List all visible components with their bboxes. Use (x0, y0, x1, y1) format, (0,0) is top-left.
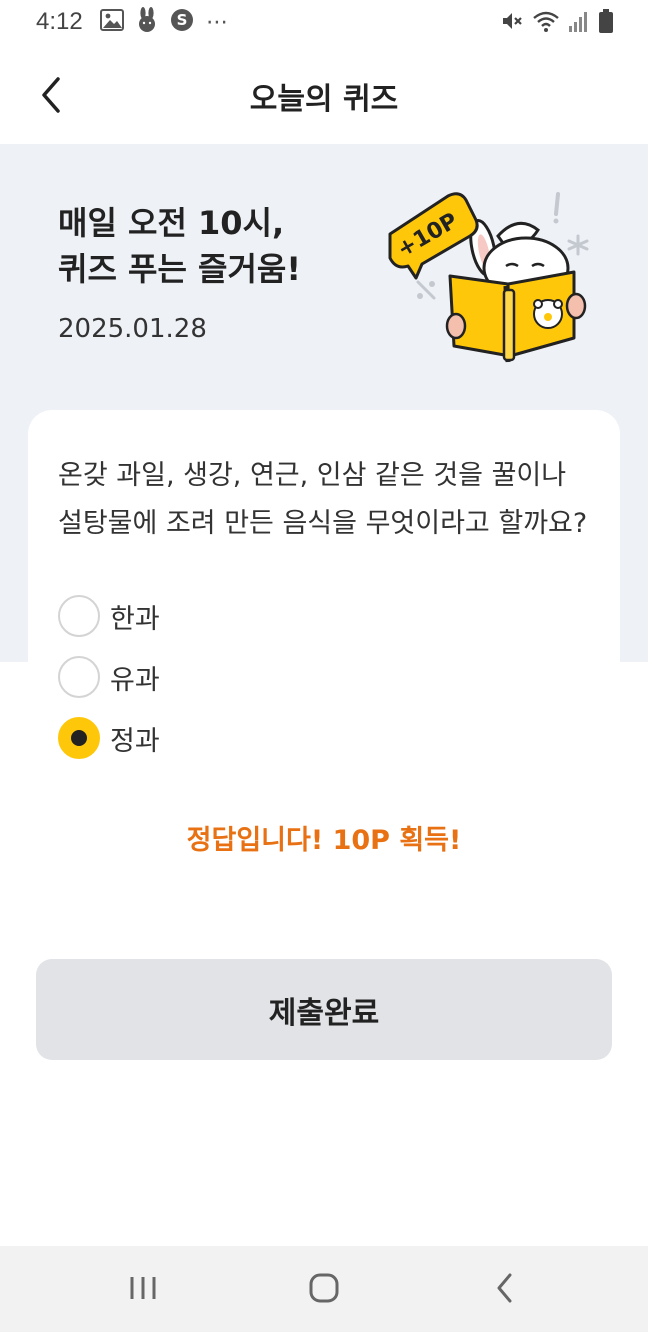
system-nav-bar (0, 1246, 648, 1332)
home-button[interactable] (299, 1266, 349, 1310)
status-bar: 4:12 S ⋯ (0, 0, 648, 46)
status-left-icons: S ⋯ (100, 7, 228, 37)
radio-button[interactable] (58, 595, 100, 637)
gallery-icon (100, 9, 124, 35)
svg-text:S: S (177, 11, 188, 29)
hero-title-line-2: 퀴즈 푸는 즐거움! (58, 250, 301, 288)
option-3[interactable]: 정과 (58, 716, 160, 760)
quiz-date: 2025.01.28 (58, 314, 207, 344)
rabbit-notification-icon (136, 7, 158, 37)
recent-apps-button[interactable] (118, 1266, 168, 1310)
status-right-icons (500, 9, 614, 37)
result-message: 정답입니다! 10P 획득! (186, 825, 462, 856)
back-icon (497, 1273, 512, 1303)
more-notifications-icon: ⋯ (206, 9, 228, 35)
back-nav-button[interactable] (480, 1266, 530, 1310)
option-label: 정과 (110, 725, 160, 757)
battery-icon (598, 8, 614, 38)
reading-rabbit-illustration: +10P (388, 192, 589, 363)
points-badge: +10P (388, 192, 479, 280)
radio-button-selected[interactable] (58, 717, 100, 759)
mute-icon (500, 9, 524, 37)
wifi-icon (532, 9, 560, 37)
app-header: 오늘의 퀴즈 (0, 46, 648, 144)
option-label: 한과 (110, 603, 160, 635)
page-title: 오늘의 퀴즈 (249, 82, 399, 117)
option-1[interactable]: 한과 (58, 594, 160, 638)
hero-title-line-1: 매일 오전 10시, (58, 204, 285, 242)
signal-icon (568, 9, 590, 37)
option-2[interactable]: 유과 (58, 655, 160, 699)
option-label: 유과 (110, 664, 160, 696)
quiz-card: 온갖 과일, 생강, 연근, 인삼 같은 것을 꿀이나 설탕물에 조려 만든 음… (28, 410, 620, 830)
question-text: 온갖 과일, 생강, 연근, 인삼 같은 것을 꿀이나 설탕물에 조려 만든 음… (58, 460, 588, 539)
submit-button[interactable]: 제출완료 (36, 959, 612, 1060)
hero-title: 매일 오전 10시, 퀴즈 푸는 즐거움! (58, 200, 388, 292)
radio-button[interactable] (58, 656, 100, 698)
s-notification-icon: S (170, 8, 194, 36)
status-time: 4:12 (36, 8, 83, 35)
radio-dot (71, 730, 87, 746)
home-icon (309, 1273, 339, 1303)
recent-apps-icon (130, 1277, 156, 1299)
